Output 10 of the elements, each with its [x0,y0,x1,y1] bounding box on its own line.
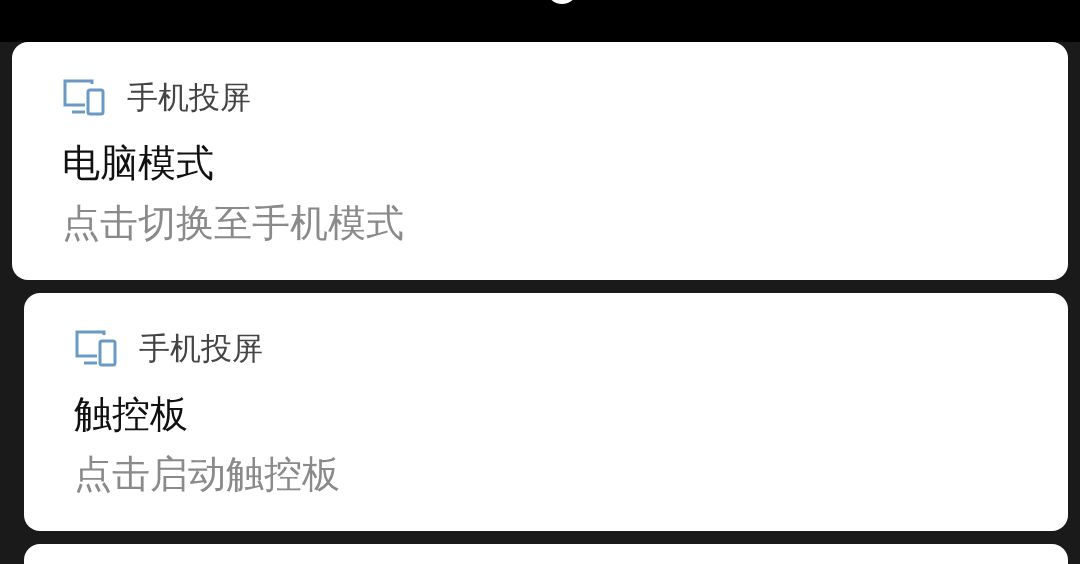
devices-icon [62,78,106,116]
notification-title: 电脑模式 [62,140,215,187]
notification-subtitle: 点击启动触控板 [74,451,341,498]
notification-subtitle: 点击切换至手机模式 [62,200,405,247]
devices-icon [74,329,118,367]
app-name: 手机投屏 [127,78,251,117]
notification-card[interactable]: 手机投屏 触控板 点击启动触控板 [24,293,1068,531]
notification-title: 触控板 [74,391,189,438]
app-name: 手机投屏 [139,329,263,368]
notification-card[interactable]: 手机投屏 电脑模式 点击切换至手机模式 [12,42,1068,280]
